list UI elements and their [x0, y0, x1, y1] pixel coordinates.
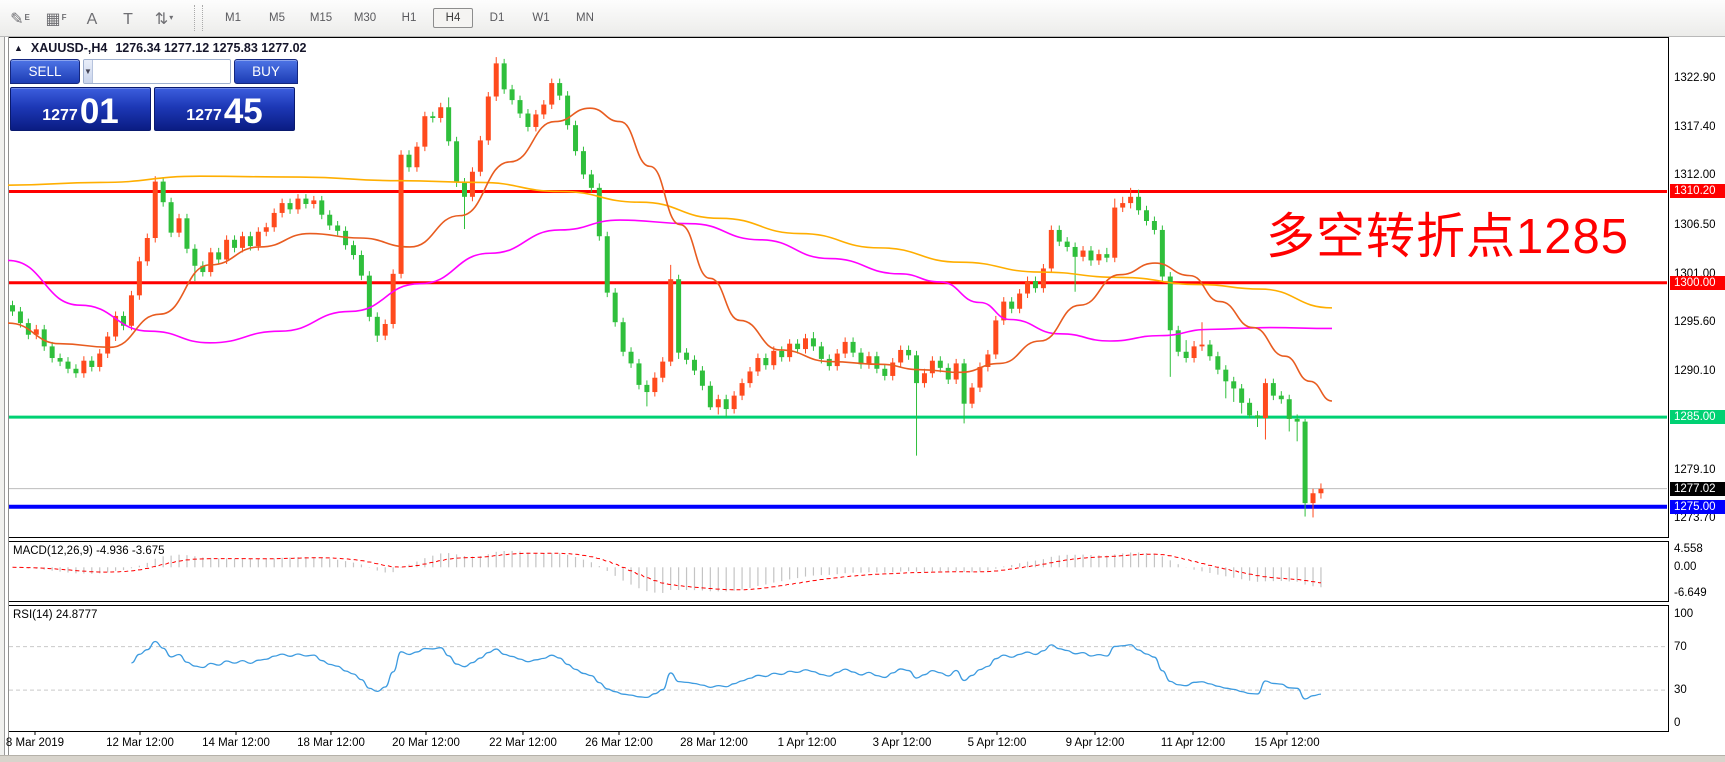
timeframe-d1-button[interactable]: D1	[477, 8, 517, 28]
rsi-axis-tick: 30	[1674, 684, 1687, 696]
macd-indicator-label: MACD(12,26,9) -4.936 -3.675	[13, 545, 165, 557]
price-tick: 1317.40	[1674, 121, 1716, 133]
price-level-badge: 1275.00	[1670, 500, 1725, 514]
draw-objects-icon[interactable]: ✎E	[4, 4, 36, 32]
price-level-badge: 1300.00	[1670, 276, 1725, 290]
time-axis-label: 5 Apr 12:00	[968, 737, 1027, 749]
sell-price-main: 1277	[42, 107, 78, 125]
macd-values: -4.936 -3.675	[96, 545, 164, 557]
sell-price-display[interactable]: 1277 01	[10, 87, 151, 131]
time-axis-label: 22 Mar 12:00	[489, 737, 557, 749]
time-axis-label: 26 Mar 12:00	[585, 737, 653, 749]
price-tick: 1312.00	[1674, 169, 1716, 181]
timeframe-button-group: M1M5M15M30H1H4D1W1MN	[211, 8, 607, 28]
arrange-symbols-icon[interactable]: ⇅▾	[148, 4, 180, 32]
text-icon[interactable]: A	[76, 4, 108, 32]
time-axis-label: 12 Mar 12:00	[106, 737, 174, 749]
price-level-badge: 1277.02	[1670, 482, 1725, 496]
timeframe-m1-button[interactable]: M1	[213, 8, 253, 28]
time-axis-label: 9 Apr 12:00	[1066, 737, 1125, 749]
volume-decrease-button[interactable]: ▼	[84, 60, 93, 83]
rsi-axis-tick: 70	[1674, 641, 1687, 653]
timeframe-m15-button[interactable]: M15	[301, 8, 341, 28]
time-axis-label: 15 Apr 12:00	[1254, 737, 1319, 749]
buy-price-main: 1277	[186, 107, 222, 125]
time-axis-label: 14 Mar 12:00	[202, 737, 270, 749]
sell-button[interactable]: SELL	[10, 59, 80, 84]
symbol-period-label: XAUUSD-,H4	[31, 41, 107, 55]
timeframe-m5-button[interactable]: M5	[257, 8, 297, 28]
chart-title: ▲ XAUUSD-,H4 1276.34 1277.12 1275.83 127…	[14, 41, 306, 55]
rsi-axis-tick: 100	[1674, 608, 1693, 620]
timeframe-h1-button[interactable]: H1	[389, 8, 429, 28]
indicators-grid-icon[interactable]: ▦F	[40, 4, 72, 32]
price-tick: 1279.10	[1674, 464, 1716, 476]
macd-axis-tick: 4.558	[1674, 543, 1703, 555]
price-axis[interactable]: 1322.901317.401312.001306.501301.001295.…	[1669, 37, 1725, 755]
time-axis-label: 3 Apr 12:00	[873, 737, 932, 749]
one-click-trading-panel: SELL ▼ ▲ BUY 1277 01 1277 45	[10, 59, 298, 131]
buy-price-display[interactable]: 1277 45	[154, 87, 295, 131]
toolbar-icon-group: ✎E▦FAT⇅▾	[0, 4, 180, 32]
rsi-indicator-label: RSI(14) 24.8777	[13, 609, 97, 621]
volume-control: ▼ ▲	[83, 59, 231, 84]
timeframe-m30-button[interactable]: M30	[345, 8, 385, 28]
timeframe-mn-button[interactable]: MN	[565, 8, 605, 28]
toolbar-separator	[194, 5, 203, 31]
window-left-edge	[0, 36, 9, 761]
time-axis-label: 20 Mar 12:00	[392, 737, 460, 749]
price-level-badge: 1310.20	[1670, 184, 1725, 198]
macd-axis-tick: -6.649	[1674, 587, 1707, 599]
chart-text-annotation: 多空转折点1285	[1266, 197, 1646, 268]
time-axis-label: 18 Mar 12:00	[297, 737, 365, 749]
volume-input[interactable]	[93, 60, 231, 83]
time-axis-label: 11 Apr 12:00	[1161, 737, 1225, 749]
macd-panel[interactable]	[8, 541, 1669, 602]
price-tick: 1306.50	[1674, 219, 1716, 231]
time-axis-label: 28 Mar 12:00	[680, 737, 748, 749]
price-level-badge: 1285.00	[1670, 410, 1725, 424]
buy-button[interactable]: BUY	[234, 59, 298, 84]
rsi-panel[interactable]	[8, 605, 1669, 732]
price-tick: 1295.60	[1674, 316, 1716, 328]
price-tick: 1322.90	[1674, 72, 1716, 84]
toolbar: ✎E▦FAT⇅▾ M1M5M15M30H1H4D1W1MN	[0, 0, 1725, 37]
price-tick: 1290.10	[1674, 365, 1716, 377]
time-axis-label: 1 Apr 12:00	[778, 737, 837, 749]
sell-price-pips: 01	[80, 95, 119, 128]
rsi-axis-tick: 0	[1674, 717, 1680, 729]
ohlc-values: 1276.34 1277.12 1275.83 1277.02	[115, 41, 306, 55]
text-label-icon[interactable]: T	[112, 4, 144, 32]
timeframe-w1-button[interactable]: W1	[521, 8, 561, 28]
macd-axis-tick: 0.00	[1674, 561, 1696, 573]
time-axis-label: 8 Mar 2019	[6, 737, 64, 749]
collapse-arrow-icon[interactable]: ▲	[14, 43, 23, 53]
price-tick: 1273.70	[1674, 512, 1716, 524]
buy-price-pips: 45	[224, 95, 263, 128]
timeframe-h4-button[interactable]: H4	[433, 8, 473, 28]
